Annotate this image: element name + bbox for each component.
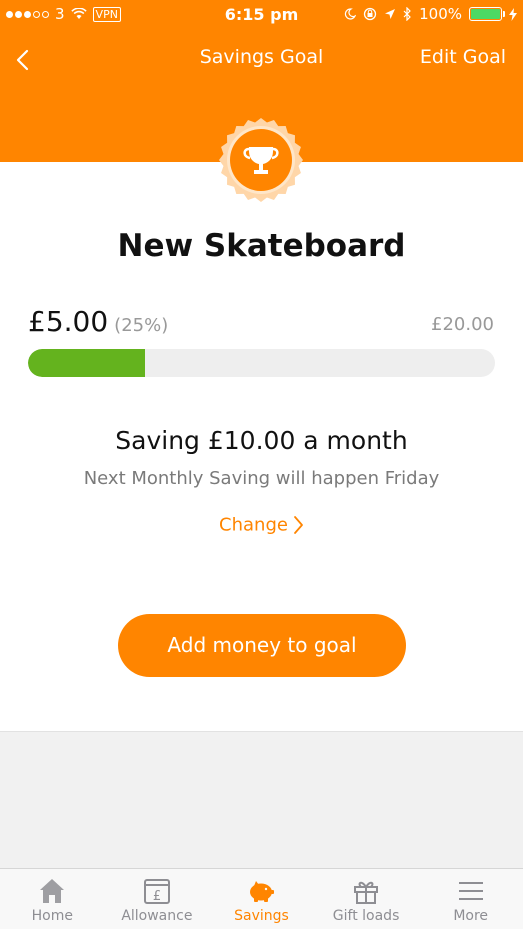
trophy-badge-icon	[219, 118, 303, 202]
edit-goal-button[interactable]: Edit Goal	[420, 46, 506, 68]
calendar-pound-icon: £	[143, 879, 170, 904]
tab-label: Home	[31, 908, 73, 924]
nav-bar: Savings Goal Edit Goal	[0, 40, 523, 80]
battery-icon	[469, 7, 505, 21]
change-label: Change	[219, 514, 288, 536]
tab-savings[interactable]: Savings	[209, 869, 314, 929]
location-icon	[385, 9, 396, 19]
add-money-button[interactable]: Add money to goal	[118, 614, 406, 677]
goal-progress-bar	[28, 349, 495, 377]
tab-label: Allowance	[121, 908, 193, 924]
battery-percent: 100%	[419, 5, 462, 23]
menu-icon	[458, 882, 483, 900]
goal-title: New Skateboard	[117, 228, 406, 264]
next-saving-info: Next Monthly Saving will happen Friday	[83, 468, 440, 489]
chevron-right-icon	[294, 516, 303, 534]
saved-amount-row: £5.00 (25%)	[28, 305, 168, 338]
bluetooth-icon	[403, 7, 411, 21]
tab-allowance[interactable]: £ Allowance	[105, 869, 210, 929]
charging-icon	[509, 7, 517, 21]
empty-area	[0, 731, 523, 868]
saved-percent: (25%)	[114, 315, 169, 336]
status-bar: 3 VPN 6:15 pm 100%	[0, 0, 523, 30]
tab-more[interactable]: More	[418, 869, 523, 929]
goal-progress-fill	[28, 349, 145, 377]
gift-icon	[354, 881, 379, 904]
rotation-lock-icon	[363, 7, 377, 21]
change-link[interactable]: Change	[0, 514, 523, 536]
piggy-bank-icon	[250, 881, 275, 902]
target-amount: £20.00	[431, 314, 494, 335]
saved-amount: £5.00	[28, 305, 109, 338]
tab-gift-loads[interactable]: Gift loads	[314, 869, 419, 929]
svg-text:£: £	[153, 889, 161, 904]
tab-label: Gift loads	[332, 908, 400, 924]
home-icon	[40, 879, 65, 903]
tab-label: More	[453, 908, 489, 924]
saving-rate: Saving £10.00 a month	[115, 426, 408, 455]
moon-icon	[344, 8, 357, 20]
tab-home[interactable]: Home	[0, 869, 105, 929]
tab-bar: Home £ Allowance Savings Gift loads More	[0, 868, 523, 929]
tab-label: Savings	[234, 908, 289, 924]
